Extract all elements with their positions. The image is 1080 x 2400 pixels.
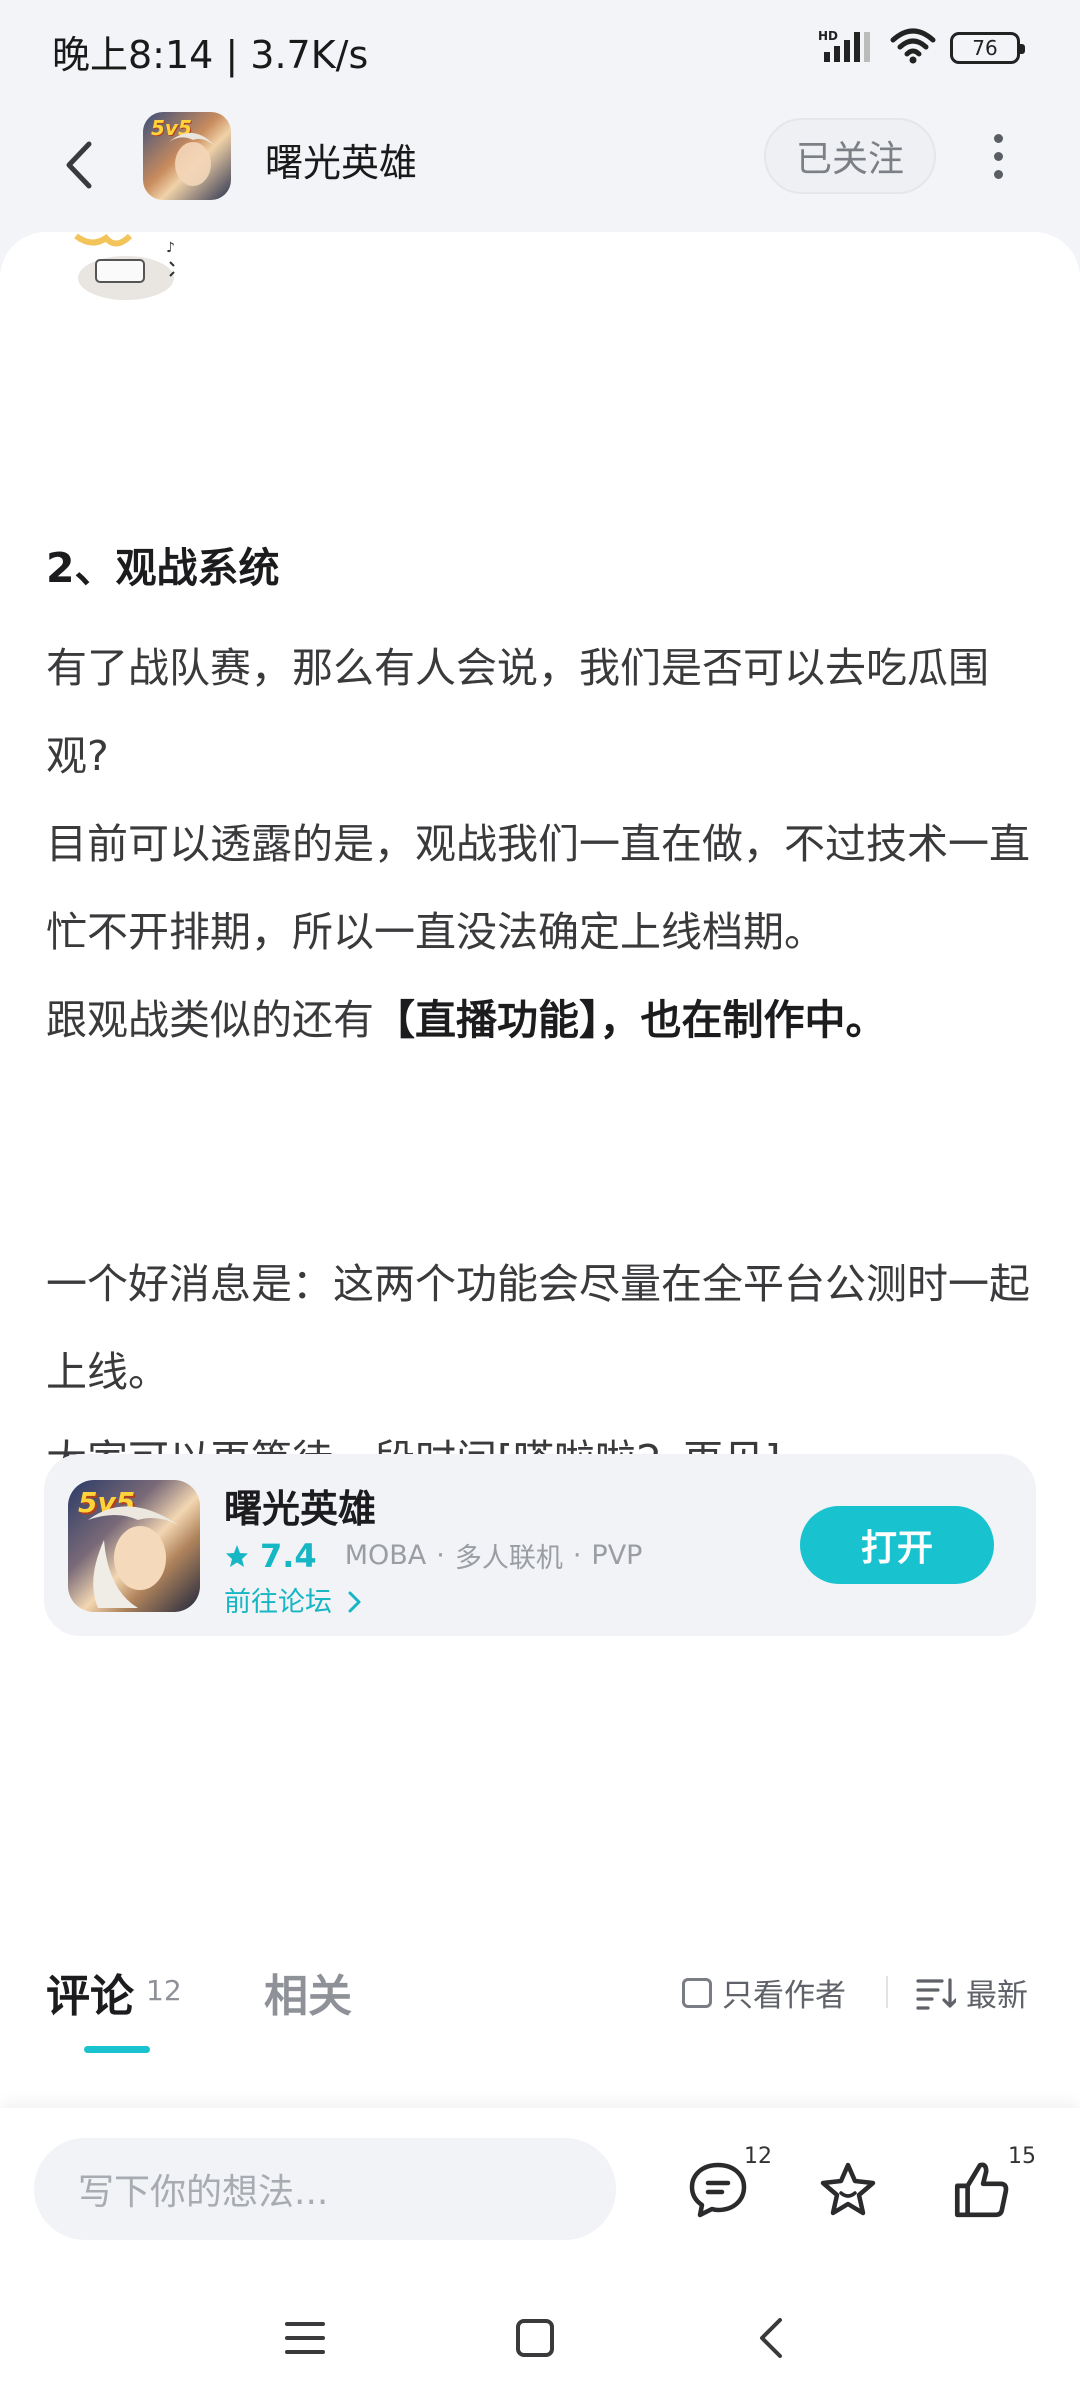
divider (886, 1976, 888, 2008)
app-card-rating: 7.4 (260, 1536, 317, 1575)
app-card[interactable]: 5v5 曙光英雄 7.4 MOBA · 多人联机 · PVP 前往论坛 打开 (44, 1454, 1036, 1636)
thumb-up-icon (954, 2162, 1009, 2218)
article-content: ♪ 2、观战系统 有了战队赛，那么有人会说，我们是否可以去吃瓜围观? 目前可以透… (0, 232, 1080, 1922)
top-nav: 5v5 曙光英雄 已关注 (0, 100, 1080, 235)
rating-star-icon (226, 1544, 248, 1567)
paragraph-3-bold: 【直播功能】，也在制作中。 (374, 996, 887, 1044)
battery-icon: 76 (950, 32, 1025, 64)
app-card-icon: 5v5 (68, 1480, 200, 1612)
svg-text:♪: ♪ (166, 240, 175, 256)
sort-button[interactable]: 最新 (916, 1970, 1028, 2015)
comment-input[interactable]: 写下你的想法... (34, 2138, 616, 2240)
signal-icon: HD (818, 28, 876, 68)
app-avatar[interactable]: 5v5 (143, 112, 231, 200)
chevron-left-icon (66, 141, 92, 189)
system-nav-bar (0, 2274, 1080, 2400)
bottom-action-bar: 写下你的想法... 12 15 (0, 2108, 1080, 2274)
sticker-image: ♪ (74, 233, 175, 300)
paragraph-3-text: 跟观战类似的还有 (46, 996, 374, 1044)
section-heading: 2、观战系统 (46, 544, 280, 592)
paragraph-4: 一个好消息是：这两个功能会尽量在全平台公测时一起上线。 (46, 1260, 1030, 1396)
tab-comments-count: 12 (146, 1974, 182, 2007)
back-button[interactable] (48, 130, 108, 200)
more-button[interactable] (978, 124, 1018, 188)
sort-icon (916, 1977, 956, 2010)
app-card-name: 曙光英雄 (224, 1487, 377, 1531)
comment-tabs: 评论 12 相关 只看作者 最新 (0, 1922, 1080, 2110)
wifi-icon (890, 28, 936, 68)
page-title: 曙光英雄 (265, 141, 418, 185)
back-triangle-icon (760, 2318, 782, 2358)
tab-comments[interactable]: 评论 (46, 1960, 134, 2024)
app-card-tag: PVP (591, 1540, 643, 1571)
favorite-bar-button[interactable] (800, 2142, 896, 2238)
tab-related[interactable]: 相关 (264, 1960, 352, 2024)
home-square-icon (516, 2319, 554, 2357)
more-vertical-icon (993, 133, 1003, 143)
author-only-filter[interactable]: 只看作者 (682, 1970, 846, 2015)
forum-link-label: 前往论坛 (224, 1587, 332, 1618)
status-icons: HD 76 (818, 28, 1025, 68)
status-time: 晚上8:14 | 3.7K/s (52, 33, 369, 77)
home-nav-button[interactable] (500, 2308, 570, 2368)
author-only-label: 只看作者 (722, 1978, 846, 2014)
chevron-right-icon (348, 1591, 361, 1613)
status-bar: 晚上8:14 | 3.7K/s HD 76 (0, 0, 1080, 100)
comments-count: 12 (744, 2144, 772, 2169)
sort-label: 最新 (966, 1978, 1028, 2014)
network-type-label: HD (818, 29, 838, 43)
star-icon (820, 2162, 876, 2216)
app-card-meta: 7.4 MOBA · 多人联机 · PVP (224, 1536, 642, 1575)
app-card-tag: MOBA (344, 1540, 427, 1571)
paragraph-1: 有了战队赛，那么有人会说，我们是否可以去吃瓜围观? (46, 644, 989, 780)
app-card-tag: 多人联机 (454, 1543, 563, 1574)
follow-button[interactable]: 已关注 (764, 118, 936, 194)
menu-icon (285, 2322, 325, 2354)
author-only-checkbox[interactable] (682, 1977, 712, 2008)
tab-active-indicator (84, 2046, 150, 2053)
menu-nav-button[interactable] (270, 2308, 340, 2368)
open-app-button[interactable]: 打开 (800, 1506, 994, 1584)
forum-link[interactable]: 前往论坛 (224, 1580, 363, 1619)
paragraph-3: 跟观战类似的还有【直播功能】，也在制作中。 (46, 976, 1036, 1064)
comment-bubble-icon (689, 2162, 747, 2218)
like-bar-count: 15 (1008, 2144, 1036, 2169)
back-nav-button[interactable] (736, 2308, 806, 2368)
paragraph-2: 目前可以透露的是，观战我们一直在做，不过技术一直忙不开排期，所以一直没法确定上线… (46, 820, 1030, 956)
